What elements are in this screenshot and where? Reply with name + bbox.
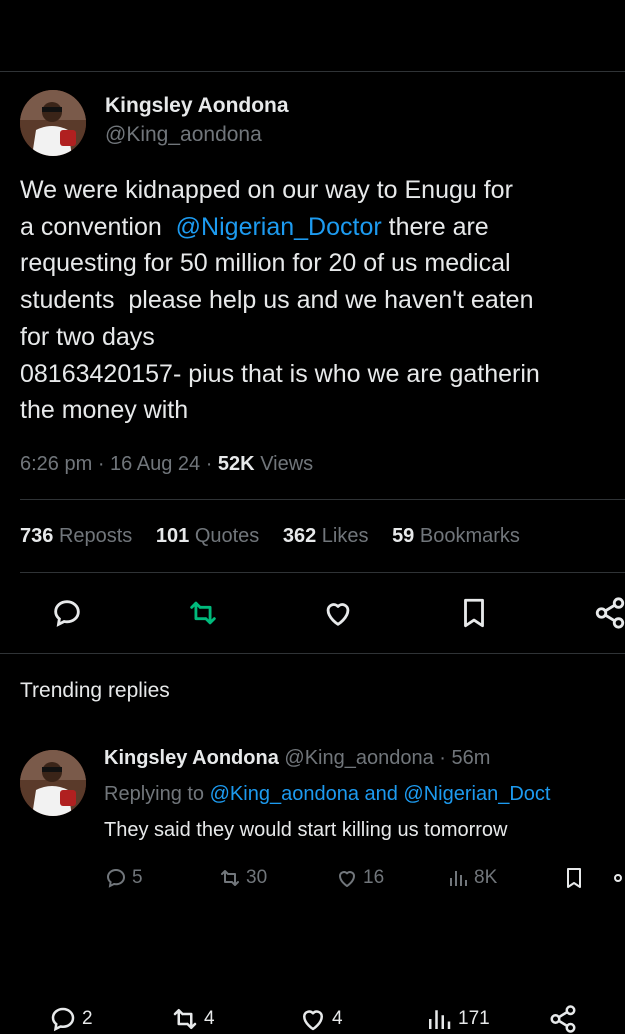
- repost-count: 30: [246, 867, 268, 888]
- separator-dot: ·: [433, 747, 452, 769]
- replying-prefix: Replying to: [104, 783, 210, 805]
- stats-divider: [20, 572, 625, 573]
- next-reply-action-bar: 2 4 4 171: [0, 1004, 625, 1034]
- tweet-action-bar: [0, 596, 625, 636]
- reply-icon: [106, 868, 126, 888]
- replying-to: Replying to @King_aondona and @Nigerian_…: [104, 783, 550, 806]
- reply-repost-button[interactable]: 30: [218, 866, 267, 890]
- author-handle[interactable]: @King_aondona: [105, 123, 262, 147]
- quotes-stat[interactable]: 101 Quotes: [156, 525, 259, 547]
- reply-reply-button[interactable]: 5: [104, 866, 143, 890]
- bookmark-icon: [567, 868, 581, 888]
- reply-text: They said they would start killing us to…: [104, 819, 508, 841]
- share-icon: [614, 874, 622, 882]
- tweet-time[interactable]: 6:26 pm: [20, 453, 92, 475]
- next-reply-button[interactable]: 2: [48, 1004, 93, 1034]
- views-count: 52K: [217, 453, 255, 475]
- views-icon: [429, 1010, 451, 1029]
- tweet-stats: 736 Reposts 101 Quotes 362 Likes 59 Book…: [20, 525, 538, 548]
- next-like-button[interactable]: 4: [298, 1004, 343, 1034]
- tweet-meta: 6:26 pm · 16 Aug 24 · 52K Views: [20, 453, 314, 475]
- reply-views-button[interactable]: 8K: [446, 866, 497, 890]
- reply-count: 5: [132, 867, 143, 888]
- heart-icon: [339, 871, 355, 887]
- views-count: 8K: [474, 867, 498, 888]
- reply-time[interactable]: 56m: [452, 747, 491, 769]
- mention-link[interactable]: @Nigerian_Doctor: [176, 213, 382, 241]
- tweet-text: a convention: [20, 212, 176, 241]
- tweet-line: the money with: [20, 396, 189, 425]
- bookmarks-stat[interactable]: 59 Bookmarks: [392, 525, 520, 547]
- tweet-line: a convention @Nigerian_Doctor there are: [20, 209, 625, 246]
- tweet-line: requesting for 50 million for 20 of us m…: [20, 249, 511, 278]
- tweet-line: students please help us and we haven't e…: [20, 286, 534, 315]
- views-label: Views: [260, 453, 314, 475]
- like-count: 16: [363, 867, 385, 888]
- reply-bookmark-button[interactable]: [562, 866, 586, 890]
- views-icon: [450, 871, 467, 886]
- share-button[interactable]: [593, 596, 625, 630]
- repost-icon: [221, 870, 239, 886]
- heart-icon: [303, 1010, 323, 1031]
- share-icon: [595, 597, 625, 629]
- reply-share-button[interactable]: [612, 866, 625, 890]
- reply-action-bar: 5 30 16 8K: [0, 866, 625, 896]
- reply-icon: [54, 600, 80, 627]
- meta-divider: [20, 499, 625, 500]
- bookmark-button[interactable]: [457, 596, 491, 630]
- next-reply-count: 2: [82, 1008, 93, 1029]
- reposts-stat[interactable]: 736 Reposts: [20, 525, 132, 547]
- reply-avatar[interactable]: [20, 750, 86, 816]
- tweet-text: there are: [381, 212, 489, 241]
- author-avatar[interactable]: [20, 90, 86, 156]
- next-share-button[interactable]: [548, 1004, 578, 1034]
- next-views-button[interactable]: 171: [424, 1004, 490, 1034]
- next-like-count: 4: [332, 1008, 343, 1029]
- replying-mentions[interactable]: @King_aondona and @Nigerian_Doct: [210, 783, 551, 805]
- next-repost-count: 4: [204, 1008, 215, 1029]
- actions-divider: [0, 653, 625, 654]
- tweet-body: We were kidnapped on our way to Enugu fo…: [20, 172, 625, 429]
- tweet-date[interactable]: 16 Aug 24: [110, 453, 200, 475]
- tweet-line: 08163420157- pius that is who we are gat…: [20, 359, 540, 388]
- reply-author-handle[interactable]: @King_aondona: [284, 747, 433, 769]
- tweet-line: We were kidnapped on our way to Enugu fo…: [20, 176, 513, 204]
- likes-stat[interactable]: 362 Likes: [283, 525, 369, 547]
- next-repost-button[interactable]: 4: [170, 1004, 215, 1034]
- trending-replies-title: Trending replies: [20, 679, 170, 702]
- repost-icon: [173, 1009, 197, 1029]
- reply-author-name[interactable]: Kingsley Aondona: [104, 747, 279, 769]
- reply-header: Kingsley Aondona @King_aondona · 56m: [104, 747, 490, 770]
- bookmark-icon: [464, 598, 484, 628]
- heart-icon: [326, 603, 350, 626]
- share-icon: [550, 1005, 576, 1033]
- repost-icon: [190, 601, 216, 625]
- top-divider: [0, 71, 625, 72]
- reply-icon: [51, 1007, 75, 1032]
- like-button[interactable]: [321, 596, 355, 630]
- reply-button[interactable]: [50, 596, 84, 630]
- tweet-line: for two days: [20, 322, 155, 351]
- author-name[interactable]: Kingsley Aondona: [105, 94, 289, 118]
- reply-like-button[interactable]: 16: [335, 866, 384, 890]
- repost-button[interactable]: [186, 596, 220, 630]
- next-views-count: 171: [458, 1008, 490, 1029]
